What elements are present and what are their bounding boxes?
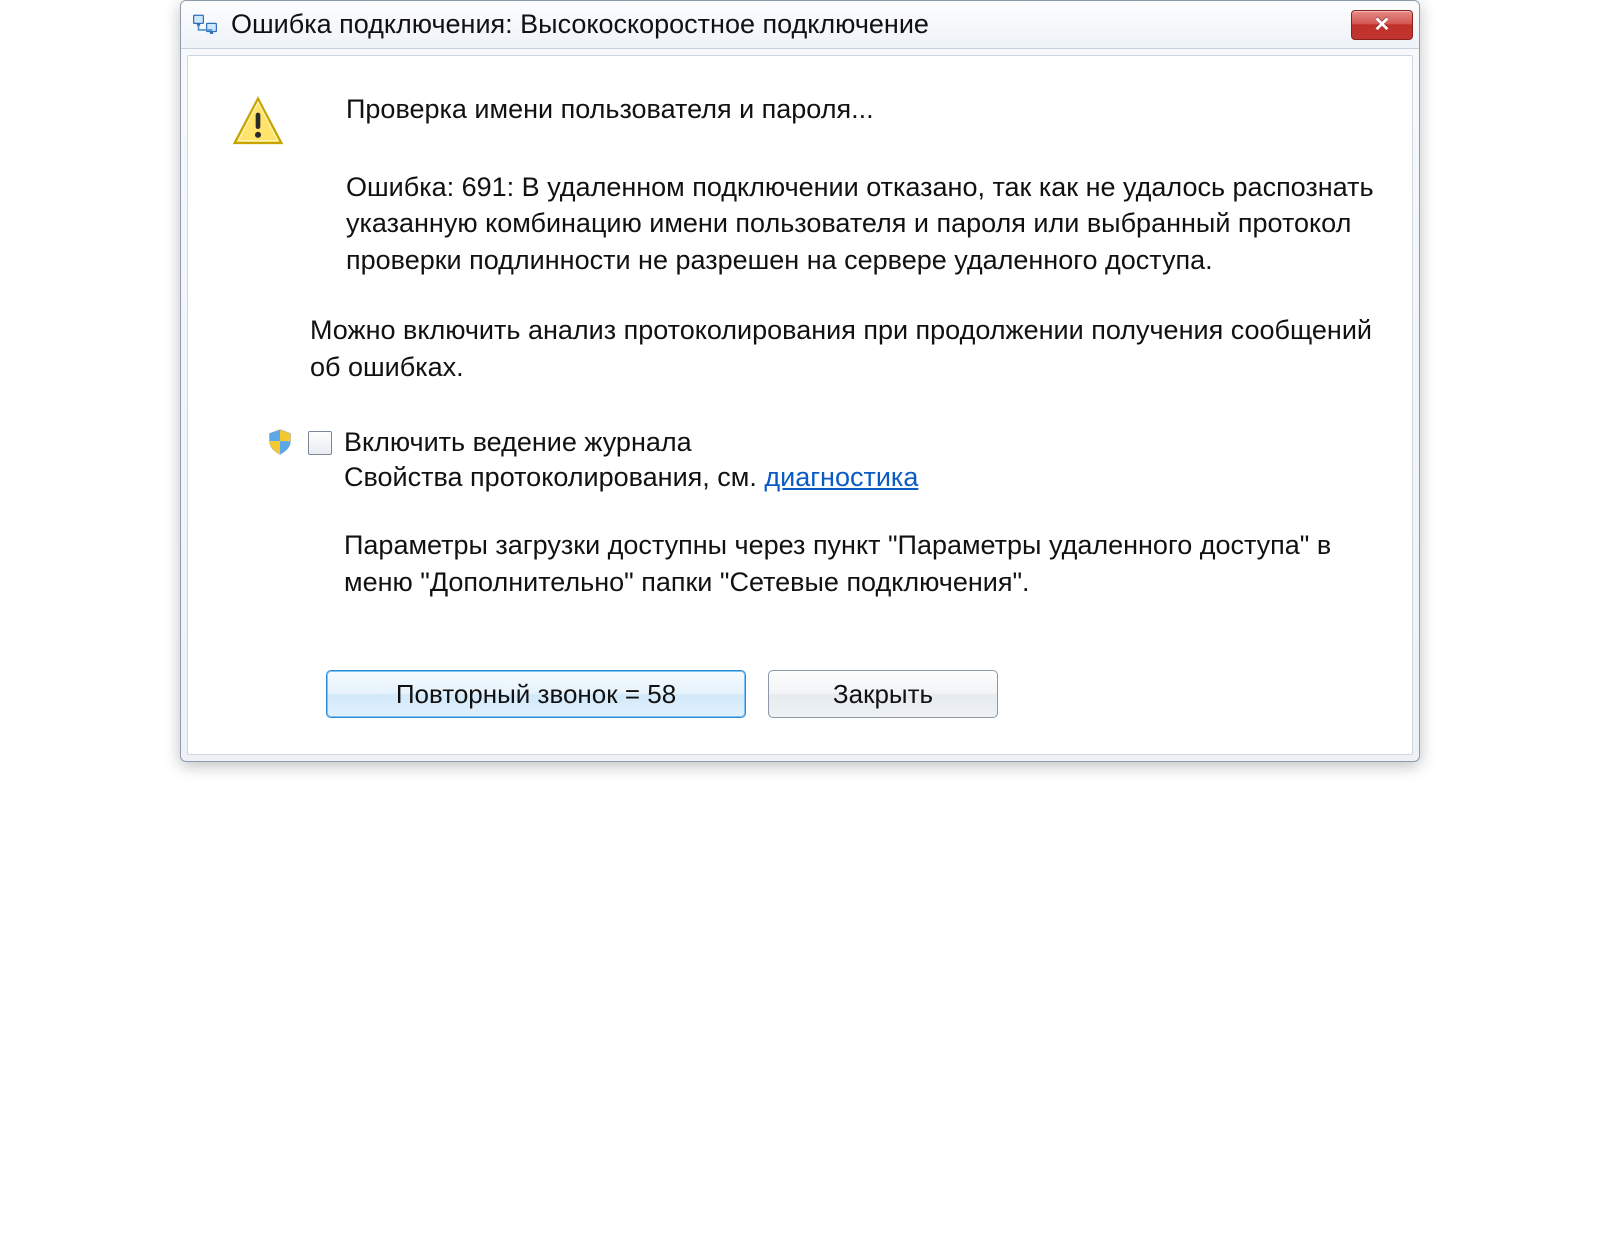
titlebar: Ошибка подключения: Высокоскоростное под… — [181, 1, 1419, 49]
warning-icon — [226, 94, 290, 278]
status-text: Проверка имени пользователя и пароля... — [346, 94, 1374, 125]
enable-logging-label: Включить ведение журнала — [344, 427, 918, 458]
redial-button[interactable]: Повторный звонок = 58 — [326, 670, 746, 718]
logging-subtext: Свойства протоколирования, см. диагности… — [344, 462, 918, 493]
note-text: Можно включить анализ протоколирования п… — [310, 312, 1374, 385]
diagnostics-link[interactable]: диагностика — [764, 462, 918, 492]
close-button[interactable]: Закрыть — [768, 670, 998, 718]
close-window-button[interactable]: ✕ — [1351, 10, 1413, 40]
logging-sub-prefix: Свойства протоколирования, см. — [344, 462, 764, 492]
dialog-body: Проверка имени пользователя и пароля... … — [187, 55, 1413, 755]
button-row: Повторный звонок = 58 Закрыть — [326, 670, 1374, 718]
network-icon — [191, 11, 219, 39]
close-icon: ✕ — [1374, 12, 1391, 37]
shield-icon — [262, 427, 298, 457]
dialog-window: Ошибка подключения: Высокоскоростное под… — [180, 0, 1420, 762]
error-text: Ошибка: 691: В удаленном подключении отк… — [346, 169, 1374, 278]
window-title: Ошибка подключения: Высокоскоростное под… — [231, 9, 1351, 40]
params-text: Параметры загрузки доступны через пункт … — [344, 527, 1374, 600]
enable-logging-checkbox[interactable] — [308, 431, 332, 455]
